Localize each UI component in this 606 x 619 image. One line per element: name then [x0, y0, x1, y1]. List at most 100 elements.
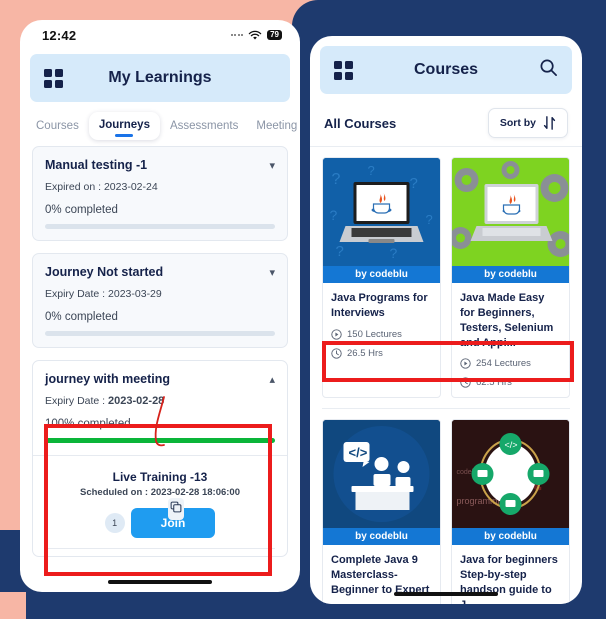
course-card[interactable]: va codeblu programming programming </>	[451, 419, 570, 604]
sort-arrows-icon	[543, 116, 556, 130]
course-hours: 62.5 Hrs	[460, 377, 561, 388]
section-title: All Courses	[324, 115, 397, 131]
meeting-block: Live Training -13 Scheduled on : 2023-02…	[45, 456, 275, 548]
courses-grid-row-2: </> by codeblu Complete Java 9 Mastercla…	[310, 409, 582, 604]
wifi-icon	[248, 30, 262, 40]
course-lectures: 150 Lectures	[331, 329, 432, 340]
svg-text:?: ?	[410, 175, 418, 192]
course-body: Java Made Easy for Beginners, Testers, S…	[452, 283, 569, 397]
course-card[interactable]: </> by codeblu Complete Java 9 Mastercla…	[322, 419, 441, 604]
journey-date-value: 2023-03-29	[108, 288, 162, 300]
course-thumbnail: ? ? ? ? ? ? ?	[323, 158, 440, 266]
sort-by-button[interactable]: Sort by	[487, 108, 568, 138]
search-icon[interactable]	[539, 58, 558, 82]
course-name: Java for beginners Step-by-step handson …	[460, 554, 558, 604]
home-indicator	[394, 592, 498, 596]
journey-list: Manual testing -1 ▾ Expired on : 2023-02…	[20, 140, 300, 557]
meeting-count-badge: 1	[104, 513, 125, 533]
clock-icon	[331, 348, 342, 359]
course-author: by codeblu	[323, 528, 440, 546]
journey-date-label: Expired on :	[45, 181, 102, 193]
journey-progress-bar	[45, 224, 275, 229]
meeting-actions: 1 Join	[55, 498, 265, 538]
home-indicator	[108, 580, 212, 584]
course-thumbnail: </>	[323, 420, 440, 529]
tab-courses[interactable]: Courses	[28, 113, 87, 139]
app-header-right: Courses	[320, 46, 572, 94]
page-title: Courses	[413, 61, 479, 78]
journey-progress-bar	[45, 331, 275, 336]
play-icon	[460, 358, 471, 370]
meeting-schedule: Scheduled on : 2023-02-28 18:06:00	[55, 487, 265, 498]
journey-progress-text: 0% completed	[45, 204, 118, 216]
svg-text:?: ?	[426, 212, 433, 227]
section-header: All Courses Sort by	[310, 94, 582, 147]
journey-card[interactable]: Journey Not started ▾ Expiry Date : 2023…	[32, 253, 288, 348]
course-thumbnail: va codeblu programming programming </>	[452, 420, 569, 529]
journey-date: Expired on : 2023-02-24	[45, 181, 275, 193]
tab-assessments[interactable]: Assessments	[162, 113, 246, 139]
course-author: by codeblu	[452, 266, 569, 283]
journey-date-label: Expiry Date :	[45, 395, 106, 407]
status-bar: 12:42 79	[20, 20, 300, 50]
journey-title: Journey Not started	[45, 265, 164, 279]
journey-title: journey with meeting	[45, 372, 171, 386]
journey-title: Manual testing -1	[45, 158, 148, 172]
chevron-down-icon[interactable]: ▾	[269, 266, 275, 279]
journey-date-label: Expiry Date :	[45, 288, 106, 300]
peach-corner-accent	[0, 592, 26, 619]
course-author: by codeblu	[452, 528, 569, 546]
tab-meeting[interactable]: Meeting	[248, 113, 300, 139]
course-hours: 26.5 Hrs	[331, 348, 432, 359]
course-hours-text: 26.5 Hrs	[347, 347, 383, 359]
clock-icon	[460, 377, 471, 389]
app-header-left: My Learnings	[30, 54, 290, 102]
tab-bar: Courses Journeys Assessments Meeting	[20, 102, 300, 140]
course-lectures-text: 254 Lectures	[476, 358, 531, 370]
chevron-down-icon[interactable]: ▾	[269, 159, 275, 172]
status-time: 12:42	[42, 27, 77, 43]
meeting-schedule-value: 2023-02-28 18:06:00	[150, 487, 240, 498]
copy-icon[interactable]	[168, 498, 184, 520]
courses-grid-row-1: ? ? ? ? ? ? ? by codeblu Java Programs f…	[310, 147, 582, 399]
signal-dots-icon	[230, 34, 244, 36]
svg-text:?: ?	[336, 243, 344, 260]
annotation-connector-line	[154, 396, 165, 447]
course-thumbnail	[452, 158, 569, 266]
journey-card[interactable]: Manual testing -1 ▾ Expired on : 2023-02…	[32, 146, 288, 241]
svg-text:?: ?	[332, 171, 341, 188]
play-icon	[331, 329, 342, 340]
journey-date: Expiry Date : 2023-03-29	[45, 288, 275, 300]
svg-text:?: ?	[330, 207, 338, 223]
course-body: Java Programs for Interviews 150 Lecture…	[323, 283, 440, 368]
course-card[interactable]: by codeblu Java Made Easy for Beginners,…	[451, 157, 570, 399]
battery-indicator: 79	[267, 29, 282, 41]
meeting-title: Live Training -13	[112, 470, 208, 484]
course-hours-text: 62.5 Hrs	[476, 377, 512, 389]
journey-progress-text: 0% completed	[45, 311, 118, 323]
divider	[45, 548, 275, 556]
phone-left: 12:42 79 My Learnings Courses Journeys A…	[20, 20, 300, 592]
tab-journeys[interactable]: Journeys	[88, 112, 160, 140]
svg-text:?: ?	[368, 163, 375, 178]
journey-date-value: 2023-02-24	[103, 181, 158, 193]
course-card[interactable]: ? ? ? ? ? ? ? by codeblu Java Programs f…	[322, 157, 441, 399]
course-lectures-text: 150 Lectures	[347, 328, 402, 340]
svg-text:?: ?	[390, 245, 398, 261]
chevron-up-icon[interactable]: ▴	[269, 373, 275, 386]
svg-text:</>: </>	[505, 440, 518, 450]
course-name: Java Programs for Interviews	[331, 292, 428, 319]
status-icons: 79	[230, 29, 282, 41]
course-author: by codeblu	[323, 266, 440, 283]
screenshot-stage: 12:42 79 My Learnings Courses Journeys A…	[0, 0, 606, 619]
phone-right: Courses All Courses Sort by ? ? ? ? ? ? …	[310, 36, 582, 604]
course-lectures: 254 Lectures	[460, 358, 561, 369]
journey-card-expanded[interactable]: journey with meeting ▴ Expiry Date : 202…	[32, 360, 288, 557]
sort-by-label: Sort by	[499, 117, 536, 129]
grid-menu-icon[interactable]	[334, 60, 353, 80]
grid-menu-icon[interactable]	[44, 68, 63, 88]
meeting-schedule-label: Scheduled on :	[80, 487, 149, 498]
course-name: Java Made Easy for Beginners, Testers, S…	[460, 292, 554, 349]
svg-text:</>: </>	[349, 445, 368, 460]
page-title: My Learnings	[108, 69, 212, 86]
